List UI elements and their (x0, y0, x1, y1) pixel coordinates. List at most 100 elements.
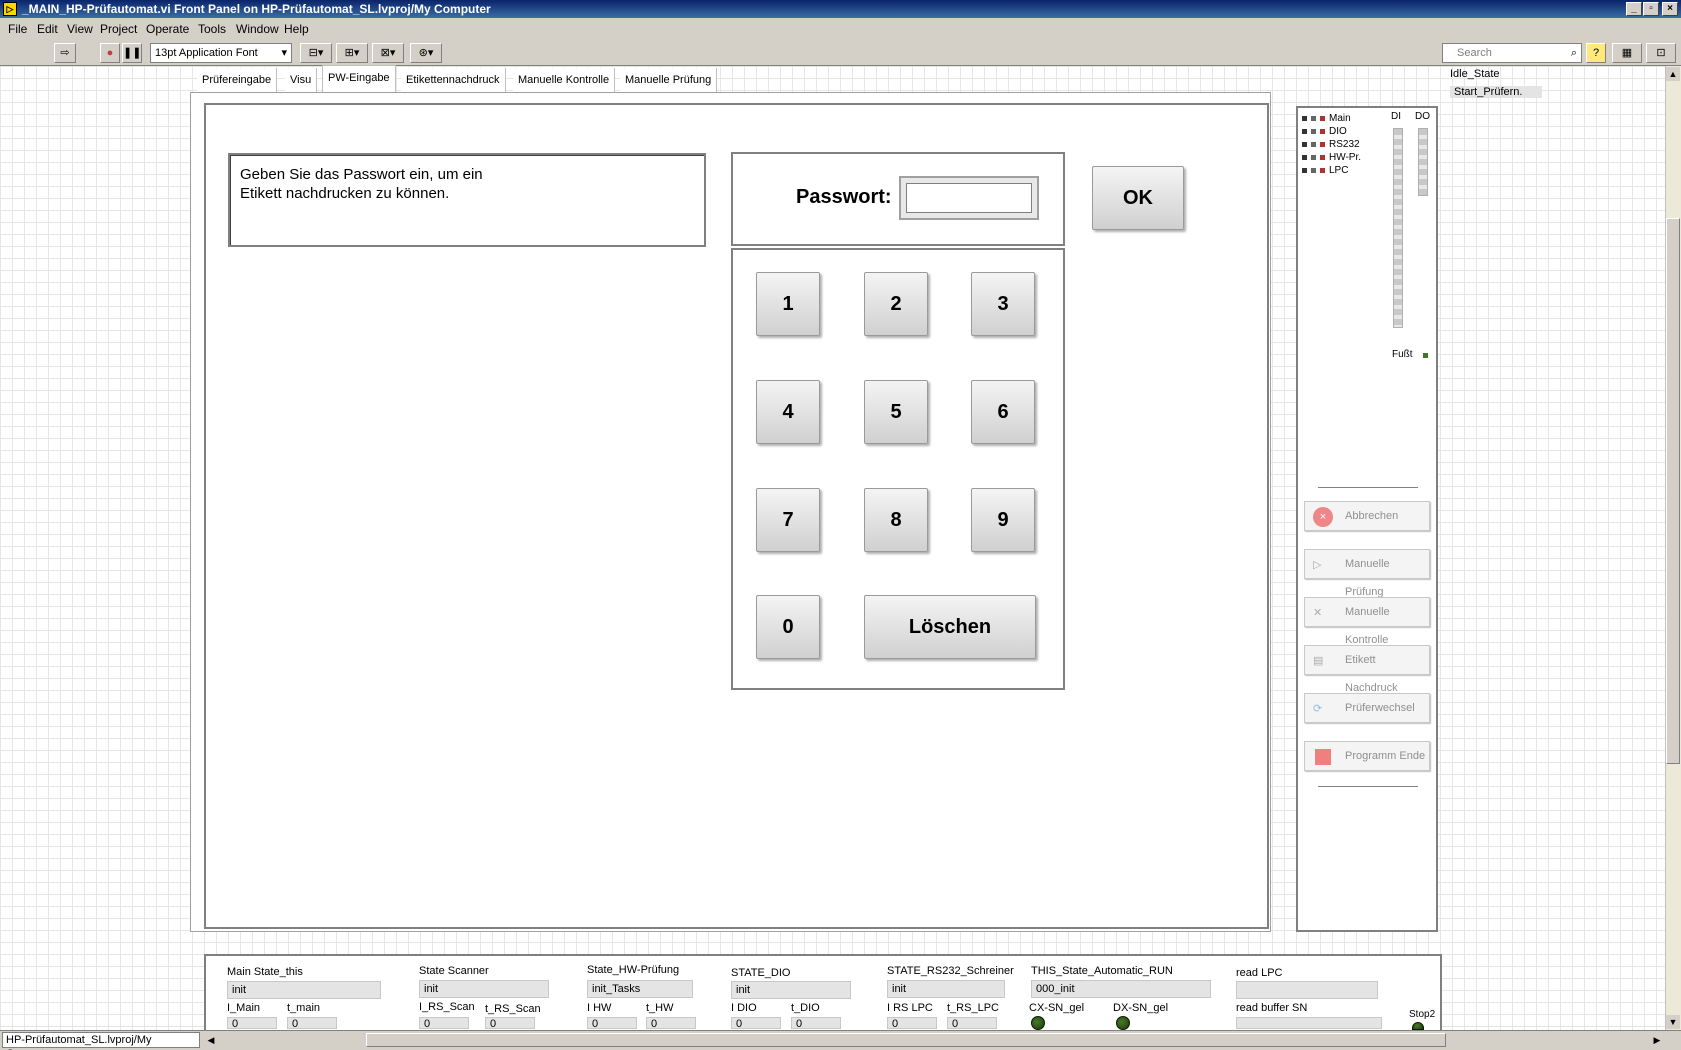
message-line-2: Etikett nachdrucken zu können. (240, 185, 450, 202)
led-label: HW-Pr. (1329, 152, 1362, 163)
key-5-button[interactable]: 5 (864, 380, 928, 444)
read-lpc-label: read LPC (1236, 967, 1283, 979)
cx-sn-label: CX-SN_gel (1029, 1002, 1085, 1014)
run-arrow-icon[interactable]: ⇨ (54, 43, 76, 63)
menu-window[interactable]: Window (236, 22, 279, 36)
minimize-button[interactable]: _ (1626, 2, 1642, 16)
i-rs-scan-value: 0 (419, 1017, 469, 1030)
tab-manuelle-kontrolle[interactable]: Manuelle Kontrolle (513, 68, 616, 92)
menu-file[interactable]: File (8, 22, 27, 36)
search-input[interactable]: Search ⌕ (1442, 43, 1582, 63)
led-label: Main (1329, 113, 1351, 124)
i-hw-value: 0 (587, 1017, 637, 1030)
menu-help[interactable]: Help (284, 22, 309, 36)
resize-icon[interactable]: ⊠▾ (372, 43, 404, 63)
led-icon (1311, 115, 1316, 121)
state-idle: Idle_State (1450, 68, 1500, 80)
tools-icon: ✕ (1313, 607, 1323, 619)
t-rs-scan-label: t_RS_Scan (485, 1003, 541, 1015)
manuelle-pruefung-label: Manuelle Prüfung (1345, 558, 1390, 598)
status-path: HP-Prüfautomat_SL.lvproj/My Computer (2, 1032, 200, 1050)
rs232-state-label: STATE_RS232_Schreiner (887, 965, 1014, 977)
reorder-icon[interactable]: ⊛▾ (410, 43, 442, 63)
led-icon (1320, 154, 1325, 160)
close-button[interactable]: × (1662, 2, 1678, 16)
key-3-button[interactable]: 3 (971, 272, 1035, 336)
key-8-button[interactable]: 8 (864, 488, 928, 552)
hw-state-value: init_Tasks (587, 980, 693, 998)
menu-bar: File Edit View Project Operate Tools Win… (0, 18, 1681, 40)
key-0-button[interactable]: 0 (756, 595, 820, 659)
rs232-state-value: init (887, 980, 1005, 998)
tab-pw-eingabe[interactable]: PW-Eingabe (322, 65, 396, 93)
key-9-button[interactable]: 9 (971, 488, 1035, 552)
state-start: Start_Prüfern. (1450, 86, 1542, 98)
scroll-left-icon[interactable]: ◀ (204, 1033, 218, 1047)
manuelle-pruefung-button[interactable]: ▷ Manuelle Prüfung (1304, 549, 1430, 598)
di-led-column (1393, 128, 1403, 328)
password-label: Passwort: (796, 186, 892, 208)
i-rs-scan-label: I_RS_Scan (419, 1001, 475, 1013)
pause-icon[interactable]: ❚❚ (122, 43, 142, 63)
divider (1318, 786, 1418, 787)
key-1-button[interactable]: 1 (756, 272, 820, 336)
abort-icon[interactable]: ● (100, 43, 120, 63)
password-input[interactable] (906, 183, 1032, 213)
stop2-label: Stop2 (1409, 1009, 1436, 1020)
led-row-dio: DIO (1302, 126, 1347, 138)
menu-edit[interactable]: Edit (37, 22, 58, 36)
di-label: DI (1391, 111, 1401, 122)
maximize-button[interactable]: ▫ (1643, 2, 1659, 16)
tab-visu[interactable]: Visu (285, 68, 318, 92)
menu-tools[interactable]: Tools (198, 22, 226, 36)
vi-icon[interactable]: ⊡ (1646, 43, 1676, 63)
tab-pruefereingabe[interactable]: Prüfereingabe (197, 68, 278, 92)
tab-etikettennachdruck[interactable]: Etikettennachdruck (401, 68, 506, 92)
programm-ende-label: Programm Ende (1345, 750, 1426, 762)
ok-button[interactable]: OK (1092, 166, 1184, 230)
menu-project[interactable]: Project (100, 22, 137, 36)
key-2-button[interactable]: 2 (864, 272, 928, 336)
stop2-button[interactable] (1412, 1022, 1424, 1030)
menu-operate[interactable]: Operate (146, 22, 189, 36)
i-hw-label: I HW (587, 1002, 612, 1014)
horizontal-scroll-thumb[interactable] (366, 1033, 1446, 1047)
connector-pane-icon[interactable]: ▦ (1612, 43, 1642, 63)
scroll-down-icon[interactable]: ▼ (1666, 1015, 1680, 1029)
menu-view[interactable]: View (67, 22, 93, 36)
led-icon (1302, 141, 1307, 147)
key-7-button[interactable]: 7 (756, 488, 820, 552)
align-icon[interactable]: ⊟▾ (300, 43, 332, 63)
dx-sn-label: DX-SN_gel (1113, 1002, 1169, 1014)
key-4-button[interactable]: 4 (756, 380, 820, 444)
font-select[interactable]: 13pt Application Font ▾ (150, 43, 292, 63)
password-field[interactable] (899, 176, 1039, 220)
t-rs-lpc-label: t_RS_LPC (947, 1002, 999, 1014)
help-icon[interactable]: ? (1586, 43, 1606, 63)
i-dio-value: 0 (731, 1017, 781, 1030)
message-box: Geben Sie das Passwort ein, um ein Etike… (228, 153, 706, 247)
scroll-right-icon[interactable]: ▶ (1650, 1033, 1664, 1047)
scroll-up-icon[interactable]: ▲ (1666, 67, 1680, 81)
clear-button[interactable]: Löschen (864, 595, 1036, 659)
manuelle-kontrolle-button[interactable]: ✕ Manuelle Kontrolle (1304, 597, 1430, 646)
stop-icon (1315, 749, 1331, 765)
t-main-value: 0 (287, 1017, 337, 1030)
prueferwechsel-label: Prüferwechsel (1345, 702, 1415, 714)
vertical-scroll-thumb[interactable] (1666, 218, 1680, 764)
divider (1318, 487, 1418, 488)
t-hw-value: 0 (646, 1017, 696, 1030)
abbrechen-button[interactable]: × Abbrechen (1304, 501, 1430, 531)
auto-state-label: THIS_State_Automatic_RUN (1031, 965, 1173, 977)
dx-sn-led (1116, 1016, 1130, 1030)
prueferwechsel-button[interactable]: ⟳ Prüferwechsel (1304, 693, 1430, 723)
programm-ende-button[interactable]: Programm Ende (1304, 741, 1430, 771)
t-main-label: t_main (287, 1002, 321, 1014)
tab-manuelle-pruefung[interactable]: Manuelle Prüfung (620, 68, 718, 92)
key-6-button[interactable]: 6 (971, 380, 1035, 444)
distribute-icon[interactable]: ⊞▾ (336, 43, 368, 63)
led-icon (1320, 128, 1325, 134)
t-hw-label: t_HW (646, 1002, 674, 1014)
etikett-nachdruck-button[interactable]: ▤ Etikett Nachdruck (1304, 645, 1430, 694)
led-label: DIO (1329, 126, 1347, 137)
